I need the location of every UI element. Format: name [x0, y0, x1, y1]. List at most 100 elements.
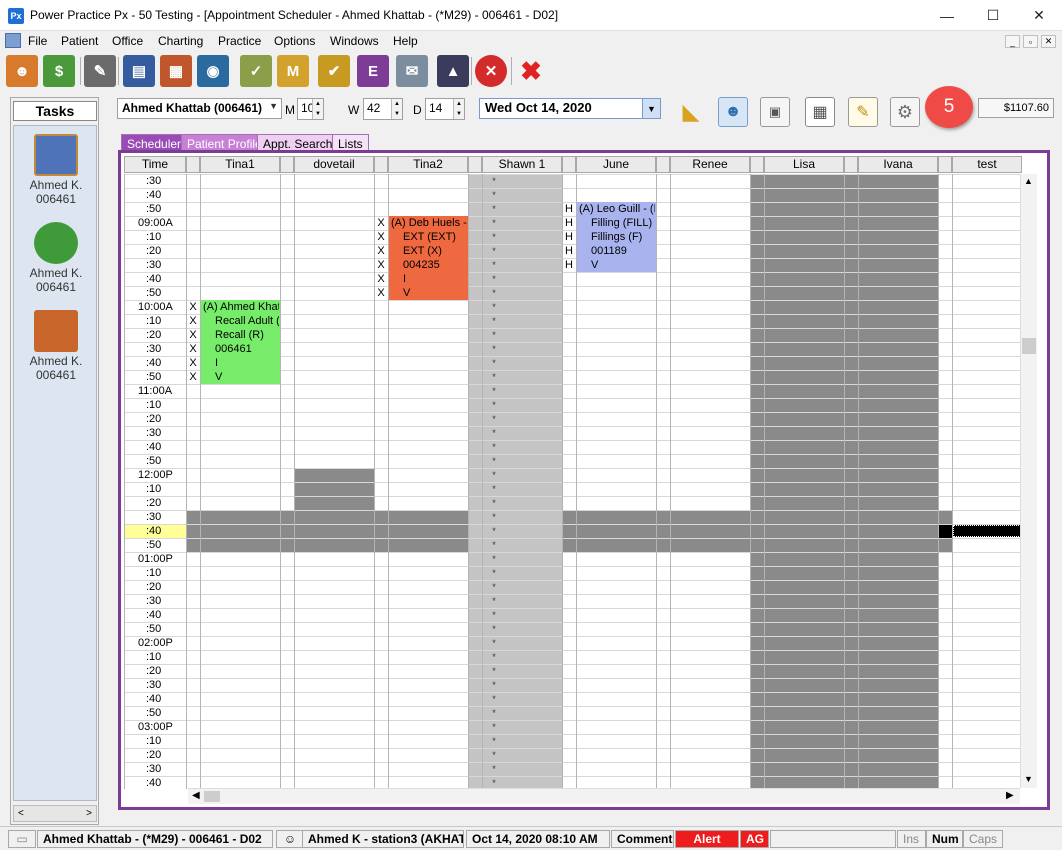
id-card-icon[interactable]: ▣	[760, 97, 790, 127]
chart-icon	[34, 310, 78, 352]
appointment-detail: 006461	[215, 343, 252, 355]
availability-marker: *	[492, 456, 496, 466]
month-spinner[interactable]: 10 ▲ ▼	[297, 98, 324, 120]
tasks-panel: Tasks Ahmed K. 006461 Ahmed K. 006461 Ah…	[10, 97, 99, 825]
blocked-time	[938, 524, 952, 538]
chart-icon[interactable]: ▦	[160, 55, 192, 87]
month-label: M	[285, 103, 295, 117]
menu-windows[interactable]: Windows	[330, 34, 379, 48]
close-button[interactable]: ✕	[1016, 0, 1062, 31]
grid-body[interactable]: :30:40:50 09:00A:10:20:30:40:50 10:00A:10:…	[124, 174, 1022, 789]
tasks-icon[interactable]: ✔	[318, 55, 350, 87]
column-header-time[interactable]: Time	[124, 156, 186, 173]
gear-icon[interactable]: ⚙	[890, 97, 920, 127]
day-label: D	[413, 103, 422, 117]
date-picker[interactable]: Wed Oct 14, 2020 ▼	[479, 98, 661, 119]
menu-bar: File Patient Office Charting Practice Op…	[0, 31, 1062, 51]
scroll-right-icon[interactable]: ▶	[1006, 790, 1014, 801]
column-header-ivana[interactable]: Ivana	[858, 156, 938, 173]
notes-icon[interactable]: ✓	[240, 55, 272, 87]
station-icon: ☺	[276, 830, 304, 848]
patient-icon[interactable]: ☻	[6, 55, 38, 87]
time-slot-label: :40	[146, 357, 162, 369]
alert-button[interactable]: Alert	[675, 830, 739, 848]
menu-help[interactable]: Help	[393, 34, 418, 48]
camera-icon[interactable]: ▭	[8, 830, 36, 848]
menu-patient[interactable]: Patient	[61, 34, 98, 48]
book-icon[interactable]: ▤	[123, 55, 155, 87]
scroll-left-icon[interactable]: ◀	[192, 790, 200, 801]
scroll-up-icon[interactable]: ▲	[1024, 176, 1033, 186]
availability-marker: *	[492, 344, 496, 354]
edit-icon[interactable]: ✎	[84, 55, 116, 87]
billing-icon[interactable]: $	[43, 55, 75, 87]
tasks-scrollbar[interactable]: < >	[13, 805, 97, 822]
edi-icon[interactable]: E	[357, 55, 389, 87]
scroll-thumb[interactable]	[1022, 338, 1036, 354]
time-slot-label: :30	[146, 175, 162, 187]
time-slot-label: 02:00P	[138, 637, 173, 649]
column-header-dovetail[interactable]: dovetail	[294, 156, 374, 173]
scroll-left-icon[interactable]: <	[18, 808, 24, 819]
document-icon[interactable]	[5, 33, 21, 48]
patient-select[interactable]: Ahmed Khattab (006461) ▼	[117, 98, 282, 119]
vertical-scrollbar[interactable]: ▲ ▼	[1020, 174, 1037, 788]
spinner-arrows-icon[interactable]: ▲ ▼	[453, 99, 464, 119]
menu-office[interactable]: Office	[112, 34, 143, 48]
menu-charting[interactable]: Charting	[158, 34, 203, 48]
availability-marker: *	[492, 750, 496, 760]
time-slot-label: :50	[146, 455, 162, 467]
column-header-mark	[186, 156, 200, 173]
task-item-appointments[interactable]: Ahmed K. 006461	[14, 130, 98, 206]
calendar-icon[interactable]: ▦	[805, 97, 835, 127]
maximize-button[interactable]: ☐	[970, 0, 1016, 31]
availability-marker: *	[492, 218, 496, 228]
spinner-arrows-icon[interactable]: ▲ ▼	[312, 99, 323, 119]
status-patient: Ahmed Khattab - (*M29) - 006461 - D02	[37, 830, 273, 848]
task-item-chart[interactable]: Ahmed K. 006461	[14, 306, 98, 382]
memo-icon[interactable]: M	[277, 55, 309, 87]
selected-slot[interactable]	[953, 525, 1021, 537]
status-station: Ahmed K - station3 (AKHAT	[302, 830, 464, 848]
scroll-right-icon[interactable]: >	[86, 808, 92, 819]
appointment-detail: EXT (X)	[403, 245, 442, 257]
column-header-june[interactable]: June	[576, 156, 656, 173]
mdi-minimize-button[interactable]: _	[1005, 35, 1020, 48]
appointment-status-mark: X	[377, 287, 385, 299]
column-header-tina1[interactable]: Tina1	[200, 156, 280, 173]
day-spinner[interactable]: 14 ▲ ▼	[425, 98, 465, 120]
chevron-down-icon[interactable]: ▼	[642, 99, 660, 118]
mdi-close-button[interactable]: ✕	[1041, 35, 1056, 48]
week-spinner[interactable]: 42 ▲ ▼	[363, 98, 403, 120]
pencil-icon[interactable]: ✎	[848, 97, 878, 127]
scroll-down-icon[interactable]: ▼	[1024, 774, 1033, 784]
task-item-billing[interactable]: Ahmed K. 006461	[14, 218, 98, 294]
folder-icon[interactable]: ◣	[676, 97, 706, 127]
column-header-test[interactable]: test	[952, 156, 1022, 173]
xray-icon[interactable]: ◉	[197, 55, 229, 87]
availability-marker: *	[492, 582, 496, 592]
user-icon[interactable]: ☻	[718, 97, 748, 127]
mail-icon[interactable]: ✉	[396, 55, 428, 87]
availability-marker: *	[492, 554, 496, 564]
menu-practice[interactable]: Practice	[218, 34, 261, 48]
minimize-button[interactable]: —	[924, 0, 970, 31]
education-icon[interactable]: ▲	[437, 55, 469, 87]
time-slot-label: :20	[146, 749, 162, 761]
mdi-restore-button[interactable]: ▫	[1023, 35, 1038, 48]
column-header-lisa[interactable]: Lisa	[764, 156, 844, 173]
column-header-tina2[interactable]: Tina2	[388, 156, 468, 173]
column-header-renee[interactable]: Renee	[670, 156, 750, 173]
cancel-circle-icon[interactable]: ✕	[475, 55, 507, 87]
time-slot-label: :20	[146, 497, 162, 509]
scroll-thumb[interactable]	[204, 791, 220, 802]
close-x-icon[interactable]: ✖	[515, 55, 547, 87]
spinner-arrows-icon[interactable]: ▲ ▼	[391, 99, 402, 119]
column-header-shawn-1[interactable]: Shawn 1	[482, 156, 562, 173]
availability-marker: *	[492, 358, 496, 368]
menu-options[interactable]: Options	[274, 34, 315, 48]
num-indicator: Num	[926, 830, 963, 848]
comment-button[interactable]: Comment	[611, 830, 674, 848]
menu-file[interactable]: File	[28, 34, 47, 48]
horizontal-scrollbar[interactable]: ◀ ▶	[188, 788, 1020, 804]
